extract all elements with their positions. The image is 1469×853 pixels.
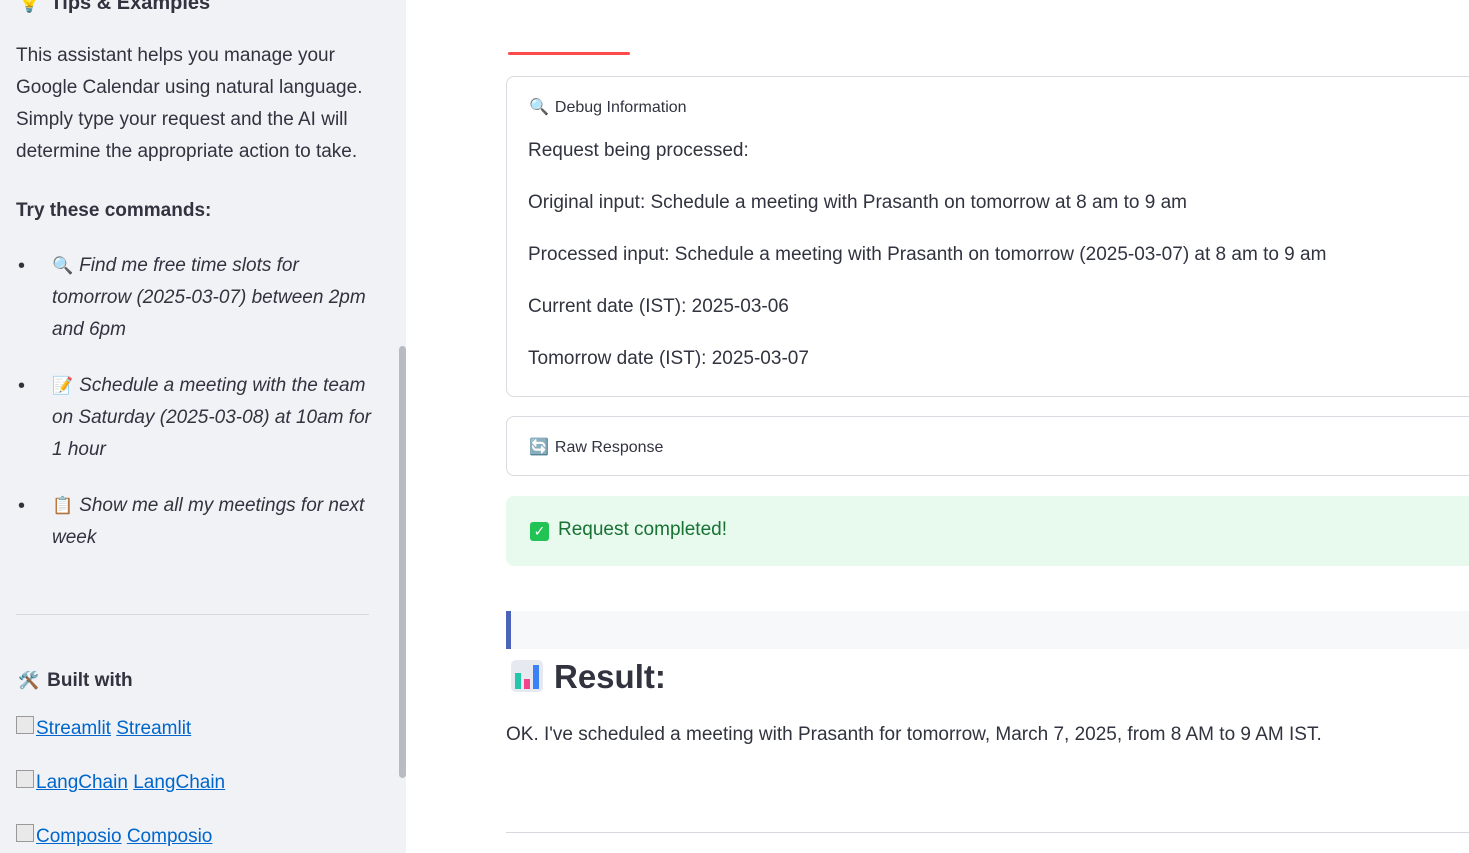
blockquote [506, 611, 1469, 649]
streamlit-link-row: Streamlit Streamlit [16, 716, 191, 740]
langchain-link-row: LangChain LangChain [16, 770, 225, 794]
bottom-divider [506, 832, 1469, 833]
streamlit-link[interactable]: Streamlit [116, 718, 191, 739]
debug-title: Debug Information [554, 99, 687, 116]
sidebar-scrollbar-thumb[interactable] [399, 346, 406, 778]
raw-response-title: Raw Response [554, 439, 664, 456]
success-message: Request completed! [558, 519, 727, 540]
list-item: • 📋 Show me all my meetings for next week [18, 495, 365, 548]
langchain-logo-image[interactable]: LangChain [16, 770, 128, 794]
check-icon: ✓ [530, 522, 549, 541]
sidebar: 💡 Tips & Examples This assistant helps yo… [0, 0, 406, 853]
raw-response-header[interactable]: 🔄 Raw Response [529, 437, 663, 457]
try-commands-label: Try these commands: [16, 200, 212, 221]
debug-expander-header[interactable]: 🔍 Debug Information [529, 97, 687, 117]
tools-icon: 🛠️ [18, 671, 40, 690]
magnifier-icon: 🔍 [529, 99, 549, 116]
built-with-label: Built with [47, 670, 133, 691]
result-heading: Result: [510, 658, 666, 696]
composio-link-row: Composio Composio [16, 824, 213, 848]
langchain-link[interactable]: LangChain [133, 772, 225, 793]
command-text: Show me all my meetings for next week [52, 495, 365, 548]
debug-line: Current date (IST): 2025-03-06 [528, 296, 789, 317]
main-content: 🔍 Debug Information Request being process… [406, 0, 1469, 853]
debug-line: Processed input: Schedule a meeting with… [528, 244, 1327, 265]
active-tab-indicator [508, 52, 630, 55]
tips-heading-label: Tips & Examples [50, 0, 211, 14]
memo-icon: 📝 [52, 376, 74, 395]
bar-chart-icon [511, 660, 543, 693]
command-text: Find me free time slots for tomorrow (20… [52, 255, 366, 340]
composio-logo-image[interactable]: Composio [16, 824, 122, 848]
sidebar-divider [16, 614, 369, 615]
command-text: Schedule a meeting with the team on Satu… [52, 375, 371, 460]
debug-expander[interactable]: 🔍 Debug Information Request being process… [506, 76, 1469, 397]
debug-line: Tomorrow date (IST): 2025-03-07 [528, 348, 809, 369]
lightbulb-icon: 💡 [18, 0, 41, 13]
magnifier-icon: 🔍 [52, 256, 74, 275]
debug-line: Original input: Schedule a meeting with … [528, 192, 1188, 213]
clipboard-icon: 📋 [52, 496, 74, 515]
list-item: • 🔍 Find me free time slots for tomorrow (… [18, 255, 366, 340]
command-list: • 🔍 Find me free time slots for tomorrow (… [16, 250, 376, 578]
sidebar-intro: This assistant helps you manage your Goo… [16, 45, 363, 162]
streamlit-logo-image[interactable]: Streamlit [16, 716, 111, 740]
result-title: Result: [554, 658, 666, 695]
debug-line: Request being processed: [528, 140, 749, 161]
success-alert: ✓ Request completed! [506, 496, 1469, 566]
refresh-icon: 🔄 [529, 439, 549, 456]
list-item: • 📝 Schedule a meeting with the team on Sa… [18, 375, 371, 460]
composio-link[interactable]: Composio [127, 826, 213, 847]
result-text: OK. I've scheduled a meeting with Prasan… [506, 724, 1322, 745]
raw-response-expander[interactable]: 🔄 Raw Response [506, 416, 1469, 476]
tips-heading: 💡 Tips & Examples [18, 0, 210, 15]
built-with-heading: 🛠️ Built with [18, 670, 133, 692]
